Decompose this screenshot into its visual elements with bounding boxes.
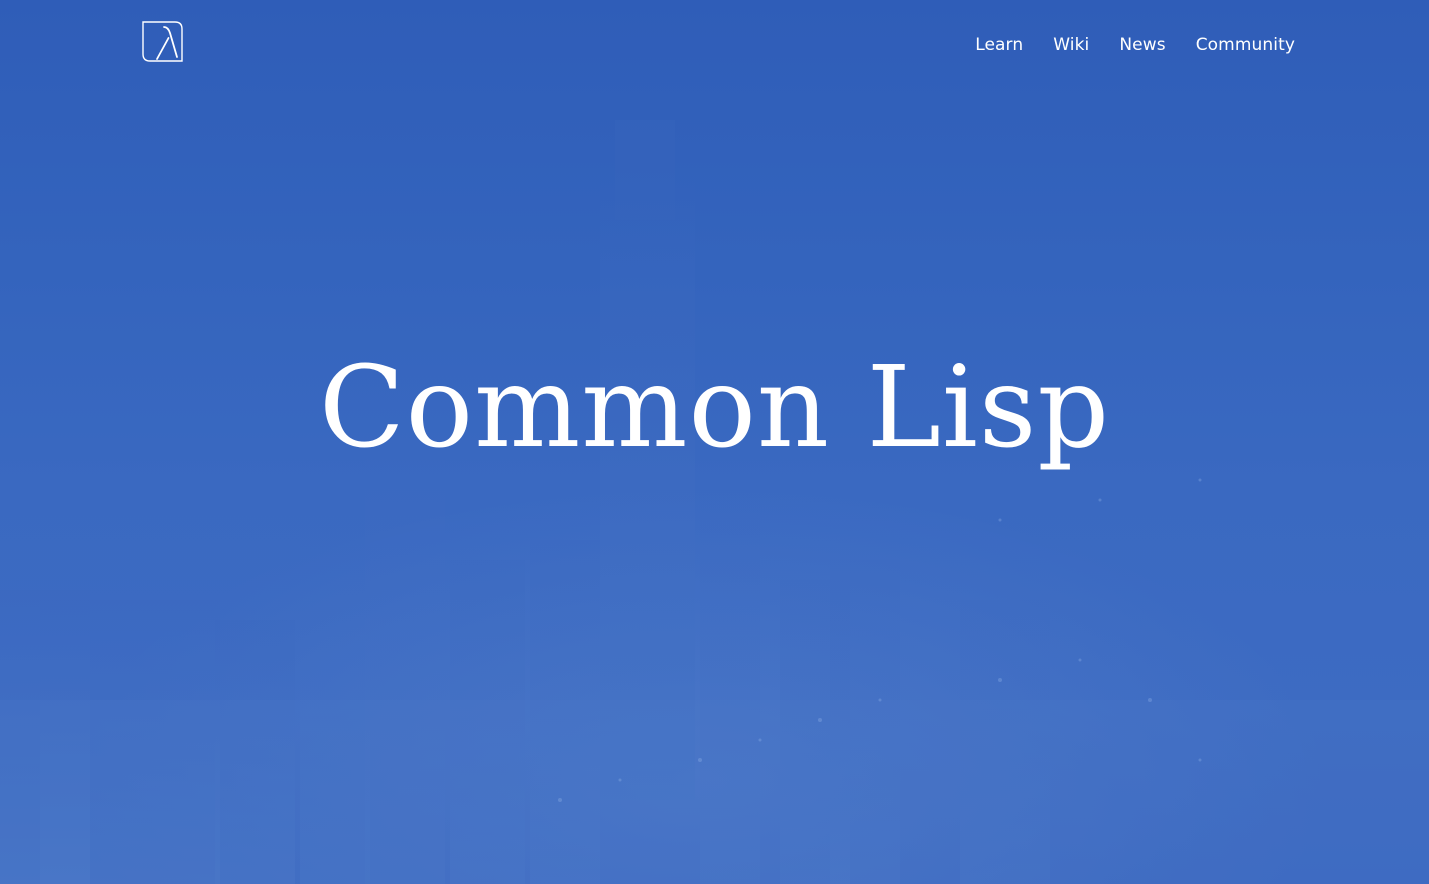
nav-learn[interactable]: Learn (975, 33, 1023, 57)
nav-wiki[interactable]: Wiki (1053, 33, 1089, 57)
page-title: Common Lisp (318, 343, 1111, 473)
nav-community[interactable]: Community (1196, 33, 1295, 57)
hero-section: Learn Wiki News Community Common Lisp (0, 0, 1429, 884)
lambda-logo[interactable] (142, 21, 183, 62)
site-header: Learn Wiki News Community (0, 0, 1429, 90)
main-nav: Learn Wiki News Community (975, 33, 1295, 57)
nav-news[interactable]: News (1119, 33, 1165, 57)
lambda-icon (142, 21, 183, 62)
